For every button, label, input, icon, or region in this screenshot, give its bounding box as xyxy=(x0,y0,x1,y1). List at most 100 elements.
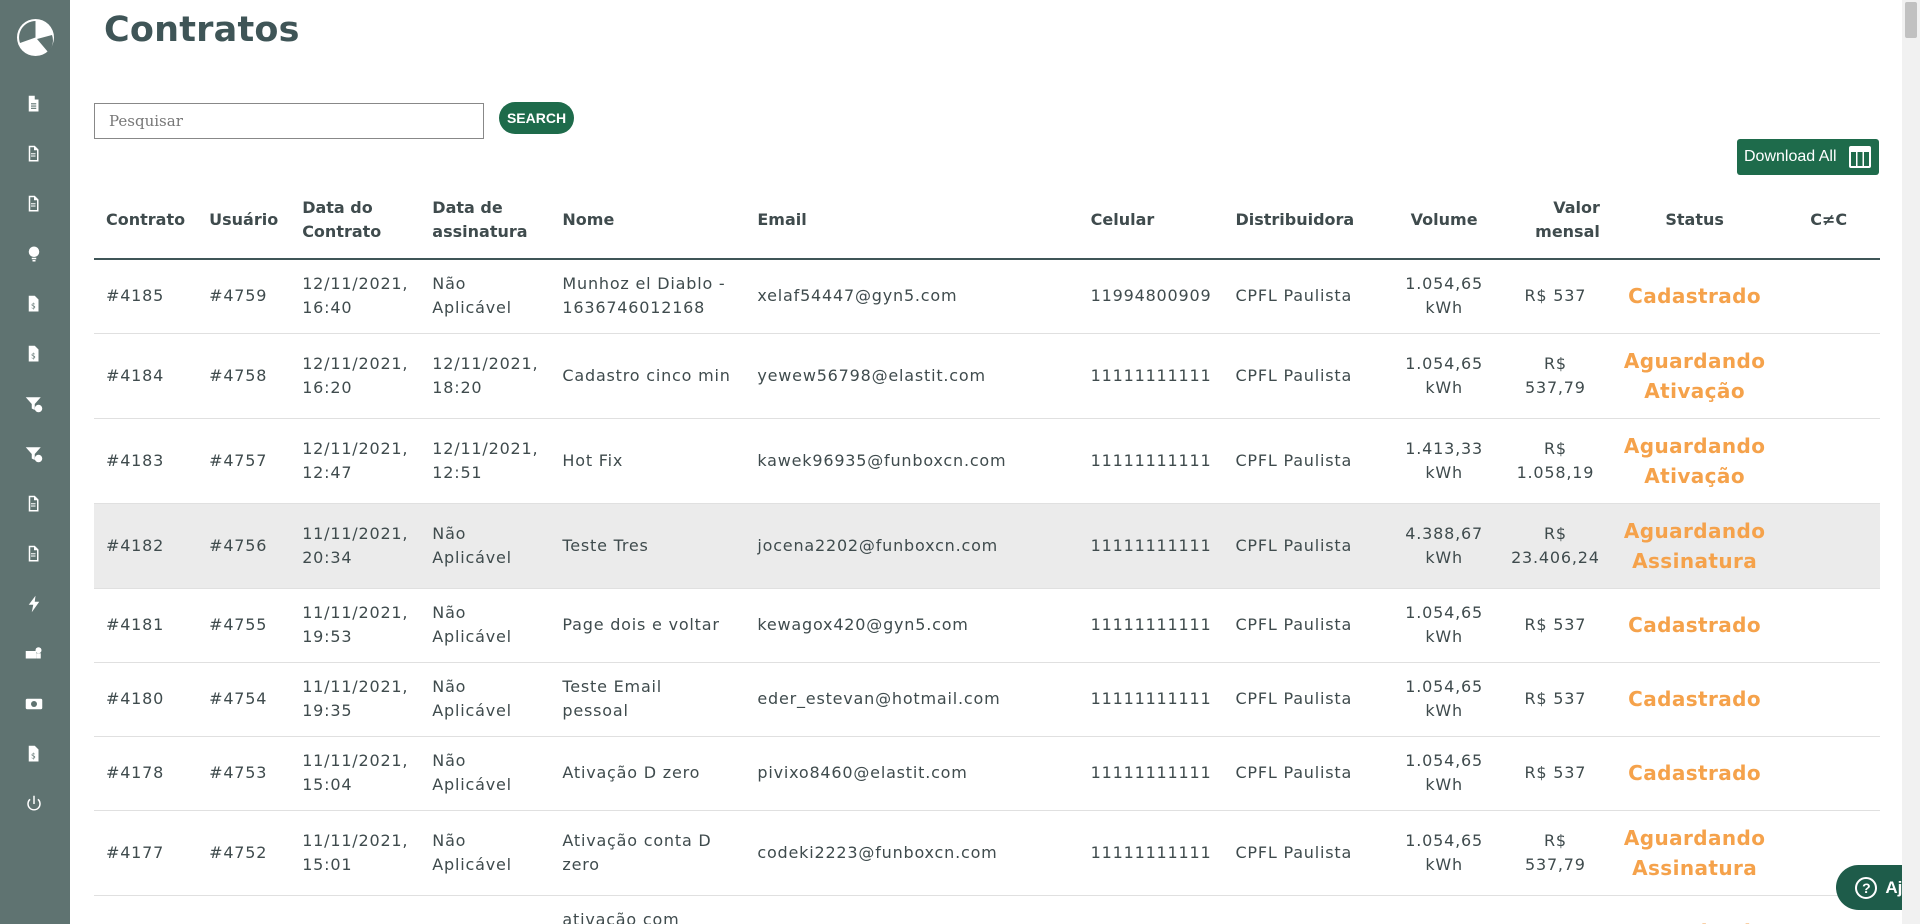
cell-distribuidora: CPFL Paulista xyxy=(1223,259,1390,334)
table-icon xyxy=(1849,146,1871,168)
cell-usuario: #4753 xyxy=(197,736,291,811)
cell-volume: 1.054,65 kWh xyxy=(1389,810,1499,896)
scrollbar-thumb[interactable] xyxy=(1905,2,1917,38)
cell-data-assinatura: 12/11/2021, 18:20 xyxy=(420,333,551,419)
sidebar-item-15[interactable] xyxy=(24,794,44,814)
table-row[interactable]: #4177 #4752 11/11/2021, 15:01 Não Aplicável… xyxy=(94,810,1880,896)
cell-contrato: #4180 xyxy=(94,662,198,737)
cell-email: kewagox420@gyn5.com xyxy=(745,588,1079,663)
cell-data-assinatura: Não Aplicável xyxy=(420,736,551,811)
col-celular[interactable]: Celular xyxy=(1078,182,1224,260)
logo-icon xyxy=(19,21,53,52)
cell-distribuidora: CPFL Paulista xyxy=(1223,662,1390,737)
document-outline-icon xyxy=(28,495,39,512)
table-row[interactable]: #4182 #4756 11/11/2021, 20:34 Não Aplicável… xyxy=(94,503,1880,589)
cell-nome: Ativação D zero xyxy=(550,736,746,811)
cell-nome: Munhoz el Diablo - 1636746012168 xyxy=(550,259,746,334)
document-outline-icon xyxy=(28,195,39,212)
cell-data-contrato: 11/11/2021, 19:53 xyxy=(290,588,421,663)
col-valor[interactable]: Valor mensal xyxy=(1498,182,1612,260)
table-row[interactable]: #4183 #4757 12/11/2021, 12:47 12/11/2021, 1… xyxy=(94,418,1880,504)
download-all-button[interactable]: Download All xyxy=(1737,139,1879,175)
money-bill-icon xyxy=(25,698,43,710)
search-button[interactable]: SEARCH xyxy=(499,102,574,134)
cell-distribuidora xyxy=(1223,895,1390,924)
cell-volume: 1.054,65 kWh xyxy=(1389,662,1499,737)
cell-cc xyxy=(1777,588,1880,663)
cell-email: pivixo8460@elastit.com xyxy=(745,736,1079,811)
contracts-table: Contrato Usuário Data do Contrato Data d… xyxy=(94,182,1880,924)
table-row[interactable]: #4178 #4753 11/11/2021, 15:04 Não Aplicável… xyxy=(94,736,1880,811)
sidebar-item-9[interactable] xyxy=(24,494,44,514)
cell-contrato: #4183 xyxy=(94,418,198,504)
cell-volume: 1.054,65 kWh xyxy=(1389,588,1499,663)
filter-dollar-icon xyxy=(25,447,43,463)
table-row[interactable]: #4184 #4758 12/11/2021, 16:20 12/11/2021, 1… xyxy=(94,333,1880,419)
col-usuario[interactable]: Usuário xyxy=(197,182,291,260)
col-volume[interactable]: Volume xyxy=(1389,182,1499,260)
cell-status: Aguardando Ativação xyxy=(1611,333,1778,419)
cell-data-contrato: 11/11/2021, 15:04 xyxy=(290,736,421,811)
cell-data-assinatura: Não Aplicável xyxy=(420,588,551,663)
cell-celular: 11111111111 xyxy=(1078,333,1224,419)
cell-data-contrato: 11/11/2021, 20:34 xyxy=(290,503,421,589)
sidebar-item-2[interactable] xyxy=(24,144,44,164)
cell-distribuidora: CPFL Paulista xyxy=(1223,810,1390,896)
cell-data-assinatura: Não Aplicável xyxy=(420,810,551,896)
cell-usuario: #4752 xyxy=(197,810,291,896)
col-contrato[interactable]: Contrato xyxy=(94,182,198,260)
cell-valor: R$ 537 xyxy=(1498,259,1612,334)
sidebar-item-3[interactable] xyxy=(24,194,44,214)
cell-cc xyxy=(1777,333,1880,419)
table-row[interactable]: #4185 #4759 12/11/2021, 16:40 Não Aplicável… xyxy=(94,259,1880,334)
cell-data-contrato: 12/11/2021, 16:20 xyxy=(290,333,421,419)
invoice-dollar-icon: $ xyxy=(28,345,39,362)
main-content: Contratos SEARCH Download All Contrato U… xyxy=(70,0,1902,924)
cell-cc xyxy=(1777,662,1880,737)
truck-clock-icon xyxy=(25,647,42,659)
sidebar-item-1[interactable] xyxy=(24,94,44,114)
col-email[interactable]: Email xyxy=(745,182,1079,260)
search-input[interactable] xyxy=(94,103,484,139)
col-data-contrato[interactable]: Data do Contrato xyxy=(290,182,421,260)
cell-status: Cadastrado xyxy=(1611,588,1778,663)
col-status[interactable]: Status xyxy=(1611,182,1778,260)
cell-contrato: #4178 xyxy=(94,736,198,811)
cell-nome: Page dois e voltar xyxy=(550,588,746,663)
document-outline-icon xyxy=(28,145,39,162)
sidebar-item-7[interactable] xyxy=(24,394,44,414)
cell-data-assinatura: 11/11/2021 xyxy=(420,895,551,924)
col-data-assinatura[interactable]: Data de assinatura xyxy=(420,182,551,260)
sidebar: $ $ $ xyxy=(0,0,70,924)
table-row[interactable]: 11/11/202111/11/2021ativação com conta1.… xyxy=(94,895,1880,924)
document-outline-icon xyxy=(28,545,39,562)
cell-data-contrato: 12/11/2021, 12:47 xyxy=(290,418,421,504)
sidebar-item-14[interactable]: $ xyxy=(24,744,44,764)
cell-data-contrato: 11/11/2021 xyxy=(290,895,421,924)
vertical-scrollbar[interactable] xyxy=(1902,0,1920,924)
col-distribuidora[interactable]: Distribuidora xyxy=(1223,182,1390,260)
sidebar-item-11[interactable] xyxy=(24,594,44,614)
sidebar-item-10[interactable] xyxy=(24,544,44,564)
sidebar-item-4[interactable] xyxy=(24,244,44,264)
col-cc[interactable]: C≠C xyxy=(1777,182,1880,260)
sidebar-item-8[interactable] xyxy=(24,444,44,464)
cell-data-contrato: 12/11/2021, 16:40 xyxy=(290,259,421,334)
table-row[interactable]: #4181 #4755 11/11/2021, 19:53 Não Aplicável… xyxy=(94,588,1880,663)
sidebar-item-5[interactable]: $ xyxy=(24,294,44,314)
help-icon: ? xyxy=(1855,876,1878,899)
sidebar-item-13[interactable] xyxy=(24,694,44,714)
svg-text:$: $ xyxy=(31,752,36,761)
sidebar-item-12[interactable] xyxy=(24,644,44,664)
cell-distribuidora: CPFL Paulista xyxy=(1223,588,1390,663)
cell-celular: 11111111111 xyxy=(1078,736,1224,811)
cell-celular: 11111111111 xyxy=(1078,810,1224,896)
help-button[interactable]: ? Ajuda xyxy=(1836,865,1902,910)
sidebar-item-6[interactable]: $ xyxy=(24,344,44,364)
col-nome[interactable]: Nome xyxy=(550,182,746,260)
cell-contrato: #4177 xyxy=(94,810,198,896)
logo[interactable] xyxy=(17,19,54,56)
cell-valor: R$ 537,79 xyxy=(1498,333,1612,419)
table-row[interactable]: #4180 #4754 11/11/2021, 19:35 Não Aplicável… xyxy=(94,662,1880,737)
cell-status: Cadastrado xyxy=(1611,662,1778,737)
